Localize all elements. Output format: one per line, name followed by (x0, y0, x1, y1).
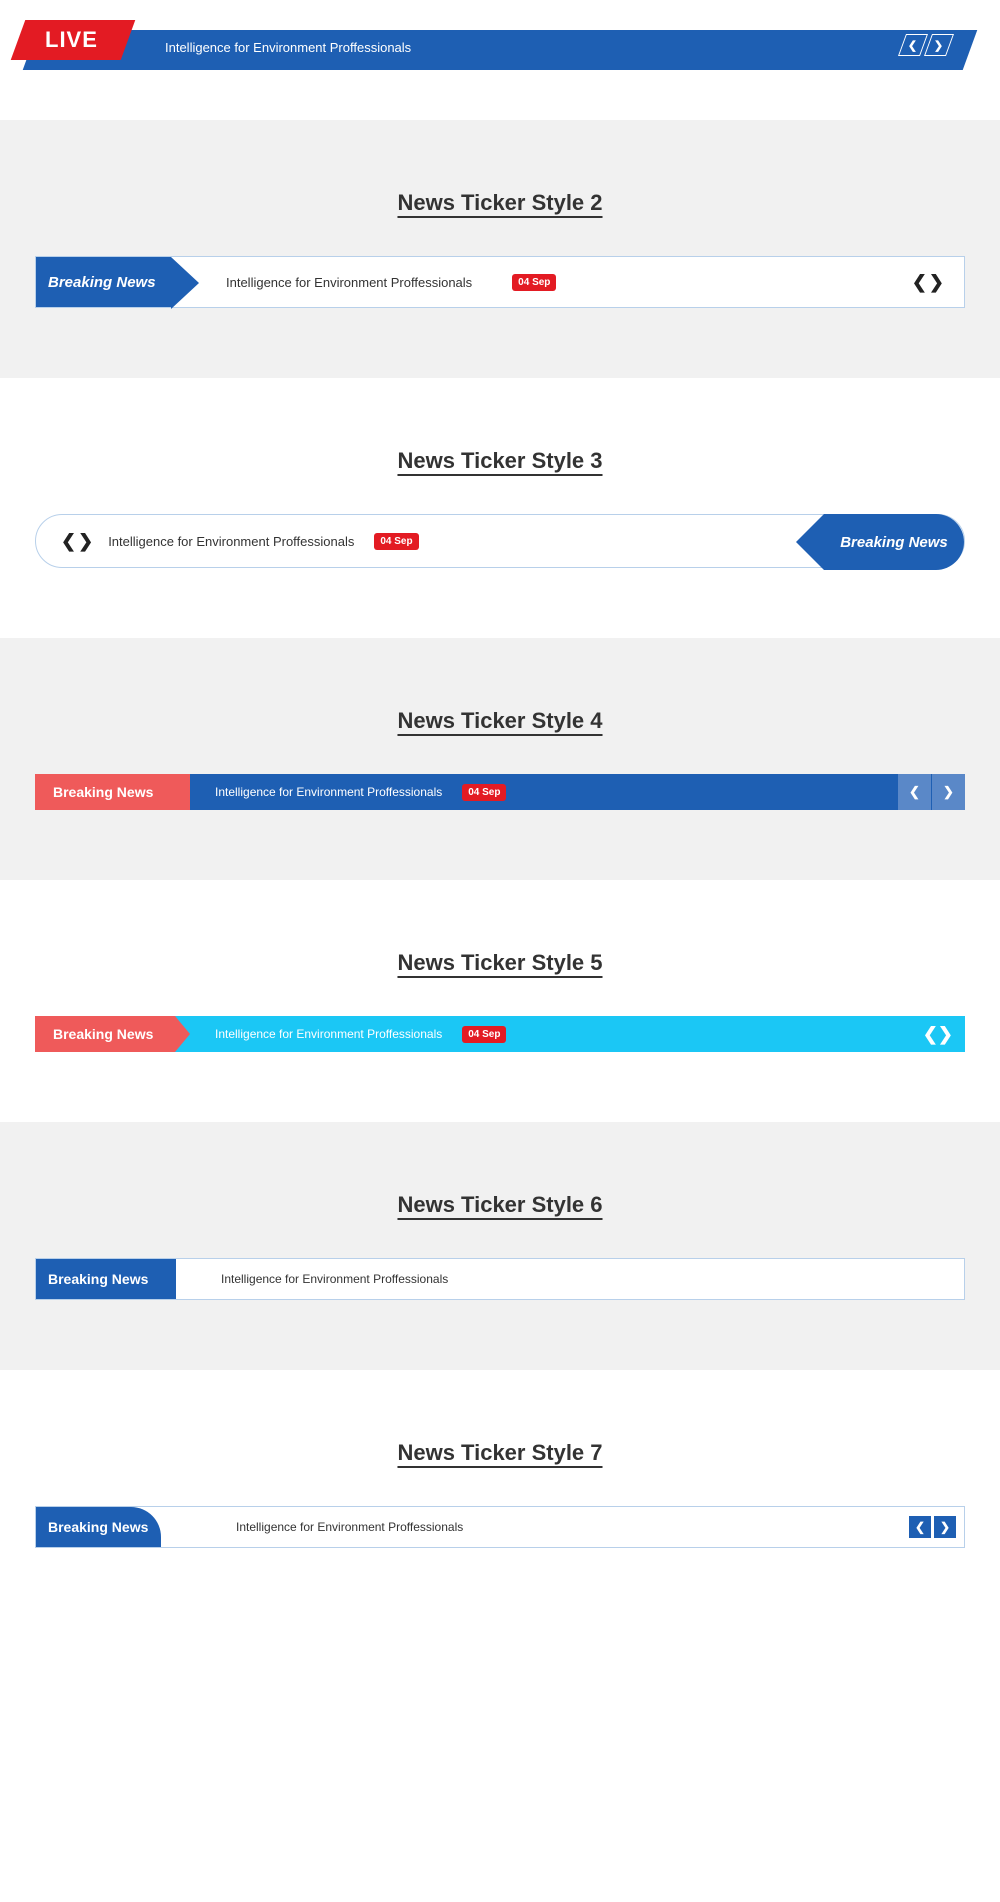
section-style-6: News Ticker Style 6 Breaking News Intell… (0, 1122, 1000, 1370)
ticker-style-7: Breaking News Intelligence for Environme… (35, 1506, 965, 1548)
chevron-right-icon: ❯ (934, 39, 943, 52)
section-style-2: News Ticker Style 2 Breaking News Intell… (0, 120, 1000, 378)
date-badge: 04 Sep (462, 784, 506, 801)
ticker-style-3: ❮ ❯ Intelligence for Environment Proffes… (35, 514, 965, 568)
ticker-style-4: Breaking News Intelligence for Environme… (35, 774, 965, 810)
chevron-left-icon: ❮ (908, 39, 917, 52)
section-title: News Ticker Style 5 (0, 950, 1000, 976)
ticker-nav: ❮ ❯ (36, 531, 93, 552)
section-style-7: News Ticker Style 7 Breaking News Intell… (0, 1370, 1000, 1618)
section-title: News Ticker Style 6 (0, 1192, 1000, 1218)
ticker-style-1: LIVE Intelligence for Environment Proffe… (0, 0, 1000, 120)
ticker-content: Intelligence for Environment Proffession… (175, 1026, 923, 1043)
label-arrow (796, 514, 824, 570)
breaking-label: Breaking News (36, 1259, 176, 1299)
ticker-style-2: Breaking News Intelligence for Environme… (35, 256, 965, 308)
prev-button[interactable]: ❮ (61, 531, 76, 552)
date-badge: 04 Sep (462, 1026, 506, 1043)
section-style-4: News Ticker Style 4 Breaking News Intell… (0, 638, 1000, 880)
ticker-nav: ❮ ❯ (912, 272, 964, 293)
prev-button[interactable]: ❮ (898, 34, 928, 56)
label-arrow (171, 257, 199, 309)
next-button[interactable]: ❯ (78, 531, 93, 552)
breaking-label: Breaking News (36, 257, 171, 307)
breaking-label: Breaking News (824, 514, 964, 570)
breaking-label: Breaking News (35, 774, 190, 810)
ticker-style-5: Breaking News Intelligence for Environme… (35, 1016, 965, 1052)
prev-button[interactable]: ❮ (923, 1024, 938, 1045)
section-title: News Ticker Style 2 (0, 190, 1000, 216)
next-button[interactable]: ❯ (929, 272, 944, 293)
ticker-nav: ❮ ❯ (897, 774, 965, 810)
section-title: News Ticker Style 7 (0, 1440, 1000, 1466)
section-title: News Ticker Style 4 (0, 708, 1000, 734)
next-button[interactable]: ❯ (924, 34, 954, 56)
ticker-style-6: Breaking News Intelligence for Environme… (35, 1258, 965, 1300)
section-style-3: News Ticker Style 3 ❮ ❯ Intelligence for… (0, 378, 1000, 638)
ticker-headline: Intelligence for Environment Proffession… (176, 1272, 964, 1286)
prev-button[interactable]: ❮ (909, 1516, 931, 1538)
date-badge: 04 Sep (374, 533, 418, 550)
next-button[interactable]: ❯ (931, 774, 965, 810)
ticker-headline: Intelligence for Environment Proffession… (226, 275, 472, 290)
ticker-headline: Intelligence for Environment Proffession… (161, 1520, 909, 1534)
ticker-nav: ❮ ❯ (923, 1024, 965, 1045)
label-arrow (175, 1016, 190, 1052)
ticker-headline: Intelligence for Environment Proffession… (108, 534, 354, 549)
live-badge: LIVE (45, 27, 98, 53)
ticker-headline: Intelligence for Environment Proffession… (215, 785, 442, 799)
section-title: News Ticker Style 3 (0, 448, 1000, 474)
section-style-5: News Ticker Style 5 Breaking News Intell… (0, 880, 1000, 1122)
next-button[interactable]: ❯ (934, 1516, 956, 1538)
breaking-label: Breaking News (36, 1507, 161, 1547)
ticker-headline: Intelligence for Environment Proffession… (165, 40, 411, 55)
date-badge: 04 Sep (512, 274, 556, 291)
ticker-content: Intelligence for Environment Proffession… (190, 784, 897, 801)
ticker-content: Intelligence for Environment Proffession… (171, 274, 912, 291)
next-button[interactable]: ❯ (938, 1024, 953, 1045)
breaking-label: Breaking News (35, 1016, 175, 1052)
ticker-nav: ❮ ❯ (909, 1516, 964, 1538)
prev-button[interactable]: ❮ (897, 774, 931, 810)
ticker-headline: Intelligence for Environment Proffession… (215, 1027, 442, 1041)
ticker-nav: ❮ ❯ (902, 34, 950, 56)
prev-button[interactable]: ❮ (912, 272, 927, 293)
